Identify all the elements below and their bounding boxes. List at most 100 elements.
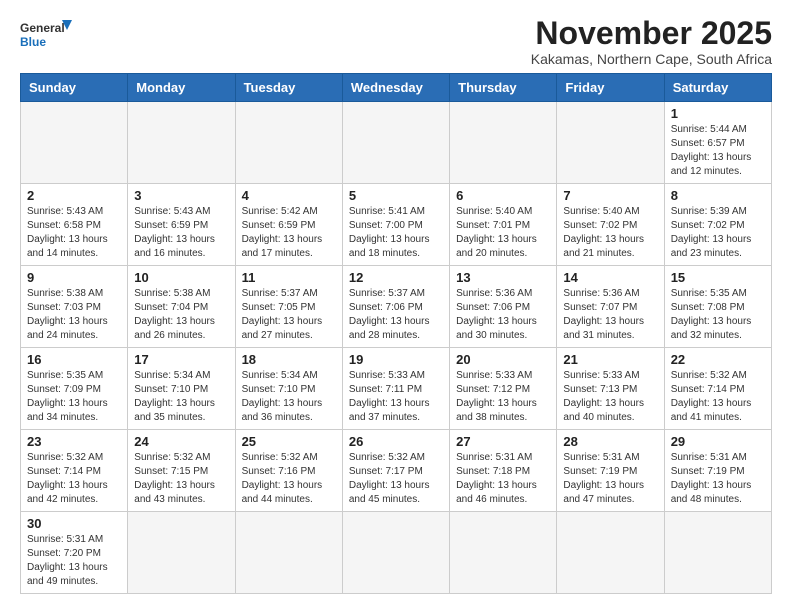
day-number: 6 bbox=[456, 188, 550, 203]
day-number: 21 bbox=[563, 352, 657, 367]
day-info: Sunrise: 5:40 AM Sunset: 7:02 PM Dayligh… bbox=[563, 205, 657, 261]
calendar-day-cell: 11 Sunrise: 5:37 AM Sunset: 7:05 PM Dayli… bbox=[235, 266, 342, 348]
day-info: Sunrise: 5:44 AM Sunset: 6:57 PM Dayligh… bbox=[671, 123, 765, 179]
day-number: 28 bbox=[563, 434, 657, 449]
day-info: Sunrise: 5:32 AM Sunset: 7:17 PM Dayligh… bbox=[349, 451, 443, 507]
day-number: 12 bbox=[349, 270, 443, 285]
day-info: Sunrise: 5:32 AM Sunset: 7:14 PM Dayligh… bbox=[671, 369, 765, 425]
calendar-day-cell: 13 Sunrise: 5:36 AM Sunset: 7:06 PM Dayli… bbox=[450, 266, 557, 348]
day-number: 2 bbox=[27, 188, 121, 203]
day-info: Sunrise: 5:40 AM Sunset: 7:01 PM Dayligh… bbox=[456, 205, 550, 261]
day-info: Sunrise: 5:32 AM Sunset: 7:14 PM Dayligh… bbox=[27, 451, 121, 507]
day-number: 20 bbox=[456, 352, 550, 367]
calendar-day-cell: 9 Sunrise: 5:38 AM Sunset: 7:03 PM Daylig… bbox=[21, 266, 128, 348]
day-number: 9 bbox=[27, 270, 121, 285]
day-info: Sunrise: 5:37 AM Sunset: 7:06 PM Dayligh… bbox=[349, 287, 443, 343]
day-info: Sunrise: 5:38 AM Sunset: 7:04 PM Dayligh… bbox=[134, 287, 228, 343]
calendar-day-cell: 24 Sunrise: 5:32 AM Sunset: 7:15 PM Dayli… bbox=[128, 430, 235, 512]
calendar-day-cell: 25Sunrise: 5:32 AM Sunset: 7:16 PM Dayli… bbox=[235, 430, 342, 512]
calendar-header-tuesday: Tuesday bbox=[235, 74, 342, 102]
calendar-day-cell bbox=[235, 102, 342, 184]
day-number: 7 bbox=[563, 188, 657, 203]
calendar-day-cell: 7 Sunrise: 5:40 AM Sunset: 7:02 PM Daylig… bbox=[557, 184, 664, 266]
calendar-day-cell: 1Sunrise: 5:44 AM Sunset: 6:57 PM Daylig… bbox=[664, 102, 771, 184]
day-info: Sunrise: 5:35 AM Sunset: 7:08 PM Dayligh… bbox=[671, 287, 765, 343]
day-number: 30 bbox=[27, 516, 121, 531]
day-info: Sunrise: 5:32 AM Sunset: 7:15 PM Dayligh… bbox=[134, 451, 228, 507]
day-number: 19 bbox=[349, 352, 443, 367]
calendar-header-thursday: Thursday bbox=[450, 74, 557, 102]
logo-svg: General Blue bbox=[20, 16, 72, 56]
day-number: 13 bbox=[456, 270, 550, 285]
calendar-week-row-4: 16Sunrise: 5:35 AM Sunset: 7:09 PM Dayli… bbox=[21, 348, 772, 430]
calendar-header-monday: Monday bbox=[128, 74, 235, 102]
calendar-day-cell bbox=[557, 512, 664, 594]
calendar-day-cell: 8Sunrise: 5:39 AM Sunset: 7:02 PM Daylig… bbox=[664, 184, 771, 266]
calendar-day-cell: 17 Sunrise: 5:34 AM Sunset: 7:10 PM Dayli… bbox=[128, 348, 235, 430]
day-number: 3 bbox=[134, 188, 228, 203]
calendar-day-cell: 16Sunrise: 5:35 AM Sunset: 7:09 PM Dayli… bbox=[21, 348, 128, 430]
day-number: 29 bbox=[671, 434, 765, 449]
svg-text:Blue: Blue bbox=[20, 35, 46, 49]
calendar-day-cell: 28 Sunrise: 5:31 AM Sunset: 7:19 PM Dayli… bbox=[557, 430, 664, 512]
day-info: Sunrise: 5:38 AM Sunset: 7:03 PM Dayligh… bbox=[27, 287, 121, 343]
day-info: Sunrise: 5:32 AM Sunset: 7:16 PM Dayligh… bbox=[242, 451, 336, 507]
calendar-day-cell bbox=[128, 512, 235, 594]
day-info: Sunrise: 5:42 AM Sunset: 6:59 PM Dayligh… bbox=[242, 205, 336, 261]
calendar-day-cell: 30 Sunrise: 5:31 AM Sunset: 7:20 PM Dayli… bbox=[21, 512, 128, 594]
calendar-day-cell: 14Sunrise: 5:36 AM Sunset: 7:07 PM Dayli… bbox=[557, 266, 664, 348]
calendar-day-cell: 18Sunrise: 5:34 AM Sunset: 7:10 PM Dayli… bbox=[235, 348, 342, 430]
calendar-day-cell bbox=[235, 512, 342, 594]
calendar-day-cell: 6 Sunrise: 5:40 AM Sunset: 7:01 PM Daylig… bbox=[450, 184, 557, 266]
day-number: 24 bbox=[134, 434, 228, 449]
calendar-week-row-3: 9 Sunrise: 5:38 AM Sunset: 7:03 PM Daylig… bbox=[21, 266, 772, 348]
day-number: 17 bbox=[134, 352, 228, 367]
day-info: Sunrise: 5:31 AM Sunset: 7:20 PM Dayligh… bbox=[27, 533, 121, 589]
calendar-day-cell bbox=[21, 102, 128, 184]
calendar-day-cell: 12 Sunrise: 5:37 AM Sunset: 7:06 PM Dayli… bbox=[342, 266, 449, 348]
day-info: Sunrise: 5:34 AM Sunset: 7:10 PM Dayligh… bbox=[242, 369, 336, 425]
day-info: Sunrise: 5:31 AM Sunset: 7:19 PM Dayligh… bbox=[671, 451, 765, 507]
day-info: Sunrise: 5:31 AM Sunset: 7:19 PM Dayligh… bbox=[563, 451, 657, 507]
logo: General Blue bbox=[20, 16, 72, 56]
day-info: Sunrise: 5:37 AM Sunset: 7:05 PM Dayligh… bbox=[242, 287, 336, 343]
day-number: 22 bbox=[671, 352, 765, 367]
calendar-table: SundayMondayTuesdayWednesdayThursdayFrid… bbox=[20, 73, 772, 594]
calendar-header-friday: Friday bbox=[557, 74, 664, 102]
day-number: 10 bbox=[134, 270, 228, 285]
day-number: 14 bbox=[563, 270, 657, 285]
calendar-header-wednesday: Wednesday bbox=[342, 74, 449, 102]
calendar-day-cell bbox=[664, 512, 771, 594]
day-info: Sunrise: 5:34 AM Sunset: 7:10 PM Dayligh… bbox=[134, 369, 228, 425]
month-title: November 2025 bbox=[531, 16, 772, 51]
day-number: 27 bbox=[456, 434, 550, 449]
svg-text:General: General bbox=[20, 21, 65, 35]
day-info: Sunrise: 5:41 AM Sunset: 7:00 PM Dayligh… bbox=[349, 205, 443, 261]
calendar-day-cell bbox=[450, 512, 557, 594]
calendar-day-cell: 3 Sunrise: 5:43 AM Sunset: 6:59 PM Daylig… bbox=[128, 184, 235, 266]
day-info: Sunrise: 5:43 AM Sunset: 6:59 PM Dayligh… bbox=[134, 205, 228, 261]
calendar-week-row-2: 2 Sunrise: 5:43 AM Sunset: 6:58 PM Daylig… bbox=[21, 184, 772, 266]
day-number: 5 bbox=[349, 188, 443, 203]
calendar-day-cell: 20 Sunrise: 5:33 AM Sunset: 7:12 PM Dayli… bbox=[450, 348, 557, 430]
day-number: 15 bbox=[671, 270, 765, 285]
day-number: 23 bbox=[27, 434, 121, 449]
calendar-day-cell: 26Sunrise: 5:32 AM Sunset: 7:17 PM Dayli… bbox=[342, 430, 449, 512]
calendar-day-cell: 15 Sunrise: 5:35 AM Sunset: 7:08 PM Dayli… bbox=[664, 266, 771, 348]
calendar-week-row-5: 23 Sunrise: 5:32 AM Sunset: 7:14 PM Dayli… bbox=[21, 430, 772, 512]
calendar-day-cell: 22 Sunrise: 5:32 AM Sunset: 7:14 PM Dayli… bbox=[664, 348, 771, 430]
calendar-day-cell bbox=[557, 102, 664, 184]
calendar-day-cell bbox=[342, 102, 449, 184]
day-info: Sunrise: 5:33 AM Sunset: 7:13 PM Dayligh… bbox=[563, 369, 657, 425]
day-info: Sunrise: 5:43 AM Sunset: 6:58 PM Dayligh… bbox=[27, 205, 121, 261]
day-info: Sunrise: 5:36 AM Sunset: 7:06 PM Dayligh… bbox=[456, 287, 550, 343]
calendar-day-cell: 27 Sunrise: 5:31 AM Sunset: 7:18 PM Dayli… bbox=[450, 430, 557, 512]
calendar-day-cell bbox=[342, 512, 449, 594]
calendar-day-cell: 2 Sunrise: 5:43 AM Sunset: 6:58 PM Daylig… bbox=[21, 184, 128, 266]
calendar-day-cell: 10 Sunrise: 5:38 AM Sunset: 7:04 PM Dayli… bbox=[128, 266, 235, 348]
day-info: Sunrise: 5:31 AM Sunset: 7:18 PM Dayligh… bbox=[456, 451, 550, 507]
calendar-header-saturday: Saturday bbox=[664, 74, 771, 102]
page-header: General Blue November 2025 Kakamas, Nort… bbox=[20, 16, 772, 67]
day-number: 11 bbox=[242, 270, 336, 285]
day-info: Sunrise: 5:33 AM Sunset: 7:12 PM Dayligh… bbox=[456, 369, 550, 425]
